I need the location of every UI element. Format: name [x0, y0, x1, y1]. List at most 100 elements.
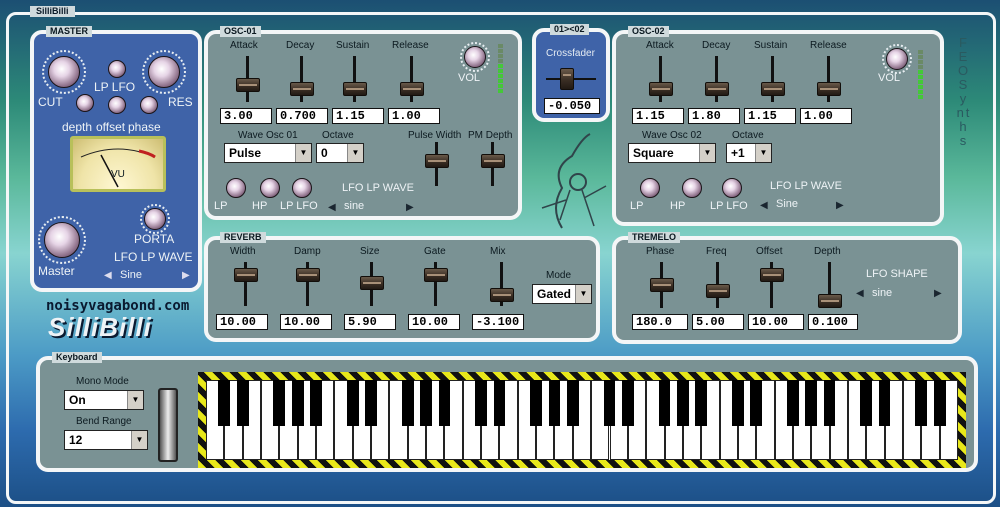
lp-lfo-knob[interactable]: [108, 60, 126, 78]
phase-knob[interactable]: [140, 96, 158, 114]
osc2-sustain-value[interactable]: 1.15: [744, 108, 796, 124]
piano-black-key[interactable]: [365, 380, 377, 427]
osc2-release-value[interactable]: 1.00: [800, 108, 852, 124]
reverb-mix-value[interactable]: -3.100: [472, 314, 524, 330]
osc1-octave-select[interactable]: 0 ▼: [316, 143, 364, 163]
tremelo-freq-value[interactable]: 5.00: [692, 314, 744, 330]
osc1-lfo-prev-icon[interactable]: ◀: [328, 202, 336, 213]
reverb-size-slider[interactable]: [360, 276, 384, 290]
tremelo-offset-slider[interactable]: [760, 268, 784, 282]
piano-black-key[interactable]: [236, 380, 249, 427]
piano-black-key[interactable]: [310, 380, 322, 427]
piano-black-key[interactable]: [878, 380, 891, 427]
piano-black-key[interactable]: [750, 380, 763, 427]
piano-black-key[interactable]: [658, 380, 671, 427]
reverb-mix-slider[interactable]: [490, 288, 514, 302]
osc1-hp-knob[interactable]: [260, 178, 280, 198]
reverb-width-slider[interactable]: [234, 268, 258, 282]
piano-black-key[interactable]: [475, 380, 487, 427]
tremelo-phase-slider[interactable]: [650, 278, 674, 292]
mono-mode-select[interactable]: On ▼: [64, 390, 144, 410]
piano-black-key[interactable]: [621, 380, 634, 427]
osc2-wave-select[interactable]: Square ▼: [628, 143, 716, 163]
osc1-decay-slider[interactable]: [290, 82, 314, 96]
piano-black-key[interactable]: [548, 380, 561, 427]
crossfader-slider[interactable]: [560, 68, 574, 90]
piano-black-key[interactable]: [566, 380, 579, 427]
osc1-lp-lfo-label: LP LFO: [280, 200, 318, 212]
tremelo-depth-value[interactable]: 0.100: [808, 314, 858, 330]
osc1-wave-select[interactable]: Pulse ▼: [224, 143, 312, 163]
piano-black-key[interactable]: [438, 380, 451, 427]
osc1-sustain-value[interactable]: 1.15: [332, 108, 384, 124]
tremelo-lfo-next-icon[interactable]: ▶: [934, 288, 942, 299]
master-lfo-next-icon[interactable]: ▶: [182, 270, 190, 281]
bend-range-select[interactable]: 12 ▼: [64, 430, 148, 450]
osc1-lp-knob[interactable]: [226, 178, 246, 198]
osc1-attack-value[interactable]: 3.00: [220, 108, 272, 124]
piano-black-key[interactable]: [603, 380, 616, 427]
osc2-lfo-prev-icon[interactable]: ◀: [760, 200, 768, 211]
cut-knob[interactable]: [48, 56, 80, 88]
piano-black-key[interactable]: [787, 380, 799, 427]
osc1-pw-slider[interactable]: [425, 154, 449, 168]
porta-knob[interactable]: [144, 208, 166, 230]
piano-black-key[interactable]: [493, 380, 506, 427]
reverb-size-value[interactable]: 5.90: [344, 314, 396, 330]
reverb-width-value[interactable]: 10.00: [216, 314, 268, 330]
piano-black-key[interactable]: [346, 380, 359, 427]
res-knob[interactable]: [148, 56, 180, 88]
reverb-damp-value[interactable]: 10.00: [280, 314, 332, 330]
reverb-damp-slider[interactable]: [296, 268, 320, 282]
osc2-decay-value[interactable]: 1.80: [688, 108, 740, 124]
tremelo-freq-slider[interactable]: [706, 284, 730, 298]
osc2-decay-slider[interactable]: [705, 82, 729, 96]
piano-black-key[interactable]: [401, 380, 414, 427]
osc2-lp-lfo-knob[interactable]: [722, 178, 742, 198]
osc1-sustain-slider[interactable]: [343, 82, 367, 96]
crossfader-value[interactable]: -0.050: [544, 98, 600, 114]
piano-black-key[interactable]: [218, 380, 231, 427]
osc1-lp-lfo-knob[interactable]: [292, 178, 312, 198]
osc2-vol-knob[interactable]: [886, 48, 908, 70]
piano-black-key[interactable]: [933, 380, 946, 427]
master-lfo-prev-icon[interactable]: ◀: [104, 270, 112, 281]
osc2-attack-slider[interactable]: [649, 82, 673, 96]
pitch-bend-wheel[interactable]: [158, 388, 178, 462]
tremelo-depth-slider[interactable]: [818, 294, 842, 308]
osc1-decay-value[interactable]: 0.700: [276, 108, 328, 124]
osc2-hp-knob[interactable]: [682, 178, 702, 198]
offset-knob[interactable]: [108, 96, 126, 114]
tremelo-phase-value[interactable]: 180.0: [632, 314, 688, 330]
tremelo-offset-value[interactable]: 10.00: [748, 314, 804, 330]
osc2-lfo-next-icon[interactable]: ▶: [836, 200, 844, 211]
master-volume-knob[interactable]: [44, 222, 80, 258]
osc2-octave-select[interactable]: +1 ▼: [726, 143, 772, 163]
piano-black-key[interactable]: [860, 380, 873, 427]
osc1-release-slider[interactable]: [400, 82, 424, 96]
osc2-sustain-slider[interactable]: [761, 82, 785, 96]
osc1-pm-slider[interactable]: [481, 154, 505, 168]
piano-black-key[interactable]: [915, 380, 928, 427]
piano-black-key[interactable]: [273, 380, 286, 427]
osc1-vol-knob[interactable]: [464, 46, 486, 68]
piano-black-key[interactable]: [677, 380, 689, 427]
piano-black-key[interactable]: [805, 380, 818, 427]
tremelo-lfo-prev-icon[interactable]: ◀: [856, 288, 864, 299]
piano-black-key[interactable]: [695, 380, 708, 427]
osc2-release-slider[interactable]: [817, 82, 841, 96]
piano-black-key[interactable]: [291, 380, 304, 427]
reverb-gate-value[interactable]: 10.00: [408, 314, 460, 330]
piano-black-key[interactable]: [530, 380, 542, 427]
reverb-gate-slider[interactable]: [424, 268, 448, 282]
piano-black-key[interactable]: [732, 380, 744, 427]
osc1-release-value[interactable]: 1.00: [388, 108, 440, 124]
osc2-attack-value[interactable]: 1.15: [632, 108, 684, 124]
piano-black-key[interactable]: [823, 380, 836, 427]
depth-knob[interactable]: [76, 94, 94, 112]
reverb-mode-select[interactable]: Gated ▼: [532, 284, 592, 304]
osc1-attack-slider[interactable]: [236, 78, 260, 92]
osc2-lp-knob[interactable]: [640, 178, 660, 198]
piano-black-key[interactable]: [420, 380, 432, 427]
osc1-lfo-next-icon[interactable]: ▶: [406, 202, 414, 213]
